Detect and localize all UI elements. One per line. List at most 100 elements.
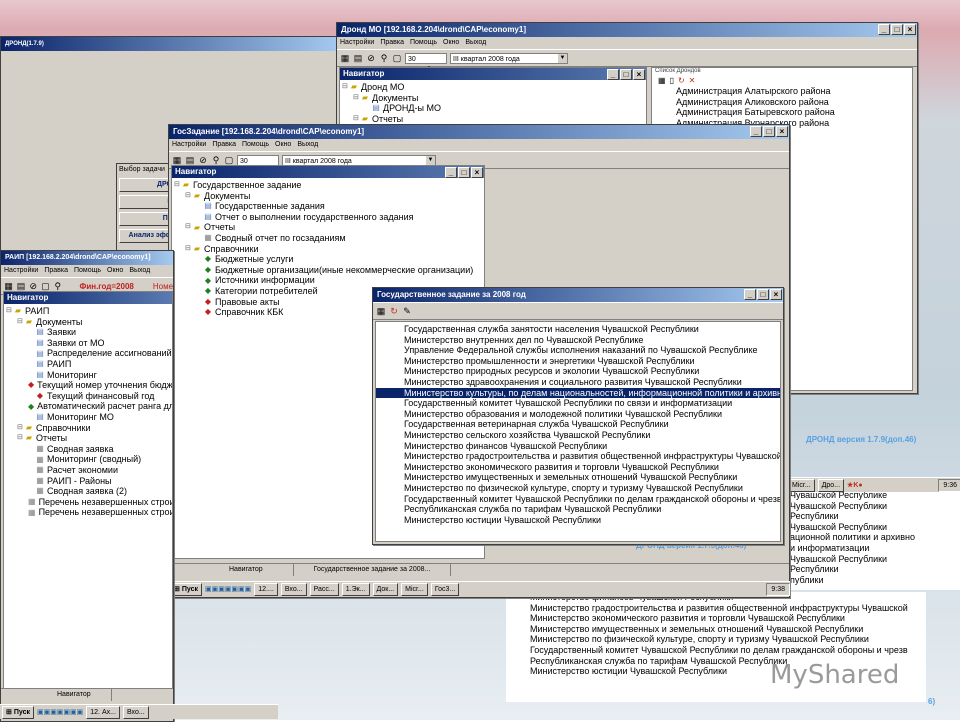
tree-item[interactable]: ◆ Текущий финансовый год [6, 391, 172, 402]
list-item[interactable]: Министерство внутренних дел по Чувашской… [376, 335, 780, 346]
list-item[interactable]: Чувашской Республики [786, 554, 960, 565]
tree-item[interactable]: ▤ РАИП [6, 359, 172, 370]
minimize-button[interactable]: _ [878, 24, 890, 35]
menu-item[interactable]: Правка [44, 265, 68, 277]
tree-item[interactable]: ⊟ ▰ Документы [342, 93, 646, 104]
taskbar-item[interactable]: Micr... [401, 582, 428, 596]
close-icon[interactable]: ✕ [689, 76, 696, 86]
refresh-icon[interactable]: ↻ [389, 306, 399, 316]
list-item[interactable]: Министерство градостроительства и развит… [506, 603, 926, 614]
expand-icon[interactable]: ⊟ [353, 114, 361, 124]
key-icon[interactable]: ⚲ [379, 53, 389, 63]
expand-icon[interactable]: ⊟ [17, 433, 25, 443]
tree-item[interactable]: ▦ Сводный отчет по госзаданиям [174, 233, 484, 244]
maximize-button[interactable]: □ [620, 69, 632, 80]
minimize-button[interactable]: _ [445, 167, 457, 178]
taskbar-item[interactable]: 1.Эк... [341, 582, 370, 596]
list-item[interactable]: Государственная служба занятости населен… [376, 324, 780, 335]
clock-icon[interactable]: ⊘ [29, 281, 38, 291]
list-item[interactable]: публики [786, 575, 960, 586]
status-tab-navigator[interactable]: Навигатор [1, 689, 112, 701]
tree-item[interactable]: ▦ Сводная заявка [6, 444, 172, 455]
list-item[interactable]: ационной политики и архивно [786, 532, 960, 543]
list-item[interactable]: Министерство по физической культуре, спо… [506, 634, 926, 645]
tree-item[interactable]: ▦ Расчет экономии [6, 465, 172, 476]
taskbar-item[interactable]: Гос3... [430, 582, 460, 596]
clock-icon[interactable]: ⊘ [366, 53, 376, 63]
taskbar-item[interactable]: Расс... [309, 582, 339, 596]
taskbar-item[interactable]: Дро... [817, 478, 845, 492]
menu-item[interactable]: Выход [297, 139, 318, 151]
menu-item[interactable]: Правка [212, 139, 236, 151]
tree-item[interactable]: ⊟ ▰ Дронд МО [342, 82, 646, 93]
taskbar-item[interactable]: Micr... [788, 478, 815, 492]
tree-item[interactable]: ▤ Мониторинг МО [6, 412, 172, 423]
edit-icon[interactable]: ✎ [402, 306, 412, 316]
grid-icon[interactable]: ▦ [658, 76, 666, 86]
grid-icon[interactable]: ▦ [376, 306, 386, 316]
list-item[interactable]: Государственный комитет Чувашской Респуб… [376, 398, 780, 409]
close-button[interactable]: × [904, 24, 916, 35]
task-button[interactable]: Анализ эфф [119, 229, 175, 243]
expand-icon[interactable]: ⊟ [185, 222, 193, 232]
list-item[interactable]: Республиканская служба по тарифам Чувашс… [376, 504, 780, 515]
list-item[interactable]: Администрация Батыревского района [652, 107, 912, 118]
list-item[interactable]: Министерство имущественных и земельных о… [506, 624, 926, 635]
list-item[interactable]: Администрация Алатырского района [652, 86, 912, 97]
taskbar-item[interactable]: 12.... [254, 582, 278, 596]
close-button[interactable]: × [770, 289, 782, 300]
list-item[interactable]: Министерство здравоохранения и социально… [376, 377, 780, 388]
key-icon[interactable]: ⚲ [211, 155, 221, 165]
tree-item[interactable]: ⊟ ▰ Отчеты [342, 114, 646, 125]
menu-item[interactable]: Помощь [242, 139, 269, 151]
status-tab-gz[interactable]: Государственное задание за 2008... [294, 564, 452, 576]
expand-icon[interactable]: ⊟ [353, 93, 361, 103]
menu-item[interactable]: Настройки [172, 139, 206, 151]
maximize-button[interactable]: □ [891, 24, 903, 35]
tree-item[interactable]: ▤ ДРОНД-ы МО [342, 103, 646, 114]
tree-item[interactable]: ▦Перечень незавершенных строитель [6, 507, 172, 518]
start-button[interactable]: ⊞ Пуск [2, 705, 34, 719]
calendar-icon[interactable]: ▢ [41, 281, 50, 291]
expand-icon[interactable]: ⊟ [185, 244, 193, 254]
list-item[interactable]: Министерство промышленности и энергетики… [376, 356, 780, 367]
grid-icon[interactable]: ▦ [340, 53, 350, 63]
tree-item[interactable]: ▤ Заявки [6, 327, 172, 338]
expand-icon[interactable]: ⊟ [17, 423, 25, 433]
list-item[interactable]: Государственная ветеринарная служба Чува… [376, 419, 780, 430]
maximize-button[interactable]: □ [757, 289, 769, 300]
tree-item[interactable]: ◆Автоматический расчет ранга для во [6, 401, 172, 412]
list-item[interactable]: Министерство градостроительства и развит… [376, 451, 780, 462]
taskbar-item[interactable]: Вхо... [122, 705, 149, 719]
maximize-button[interactable]: □ [458, 167, 470, 178]
menu-item[interactable]: Правка [380, 37, 404, 49]
calendar-icon[interactable]: ▢ [392, 53, 402, 63]
doc-icon[interactable]: ▯ [670, 76, 674, 86]
close-button[interactable]: × [633, 69, 645, 80]
tree-item[interactable]: ⊟ ▰ Документы [174, 191, 484, 202]
tree-item[interactable]: ⊟ ▰ Справочники [174, 244, 484, 255]
task-button[interactable]: Р [119, 195, 175, 209]
menu-item[interactable]: Помощь [410, 37, 437, 49]
list-item[interactable]: Министерство имущественных и земельных о… [376, 472, 780, 483]
tree-item[interactable]: ⊟ ▰ Отчеты [6, 433, 172, 444]
task-button[interactable]: ДРО [119, 178, 175, 192]
tree-item[interactable]: ⊟ ▰ Отчеты [174, 222, 484, 233]
tree-item[interactable]: ▤ Мониторинг [6, 370, 172, 381]
tree-item[interactable]: ▦ РАИП - Районы [6, 476, 172, 487]
back-list-window[interactable]: Чувашской Республике Чувашской Республики… [786, 490, 960, 590]
tree-item[interactable]: ⊟ ▰ Справочники [6, 423, 172, 434]
tree-item[interactable]: ⊟ ▰ РАИП [6, 306, 172, 317]
taskbar-item[interactable]: 12. Ах... [86, 705, 120, 719]
list-item[interactable]: Управление Федеральной службы исполнения… [376, 345, 780, 356]
minimize-button[interactable]: _ [744, 289, 756, 300]
close-button[interactable]: × [776, 126, 788, 137]
gz2008-window[interactable]: Государственное задание за 2008 год _ □ × … [372, 287, 784, 545]
minimize-button[interactable]: _ [607, 69, 619, 80]
list-item[interactable]: Министерство юстиции Чувашской Республик… [376, 515, 780, 526]
tree-item[interactable]: ▤ Распределение ассигнований [6, 348, 172, 359]
close-button[interactable]: × [471, 167, 483, 178]
menu-item[interactable]: Настройки [4, 265, 38, 277]
list-item[interactable]: Министерство экономического развития и т… [506, 613, 926, 624]
expand-icon[interactable]: ⊟ [342, 82, 350, 92]
